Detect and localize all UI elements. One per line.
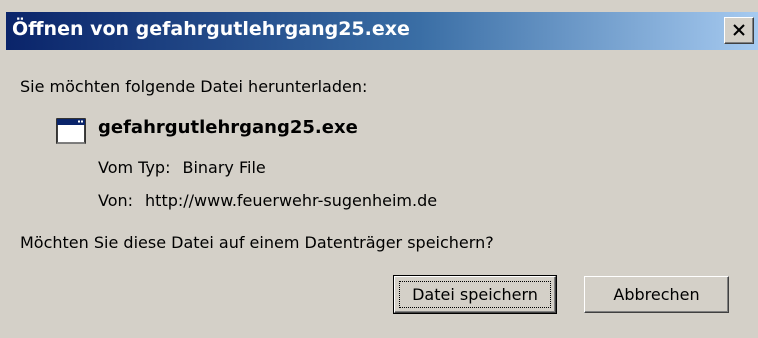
file-source-value: http://www.feuerwehr-sugenheim.de — [145, 191, 438, 210]
file-type-value: Binary File — [182, 158, 266, 177]
download-dialog: Öffnen von gefahrgutlehrgang25.exe Sie m… — [0, 0, 758, 338]
close-button[interactable] — [724, 17, 754, 44]
file-type-row: Vom Typ: Binary File — [98, 158, 266, 177]
save-file-button[interactable]: Datei speichern — [393, 275, 557, 314]
file-source-label: Von: — [98, 191, 134, 210]
title-bar: Öffnen von gefahrgutlehrgang25.exe — [6, 12, 758, 50]
save-question: Möchten Sie diese Datei auf einem Datent… — [20, 233, 494, 252]
close-icon — [733, 24, 745, 36]
file-name: gefahrgutlehrgang25.exe — [98, 117, 358, 138]
download-prompt: Sie möchten folgende Datei herunterladen… — [20, 77, 368, 96]
cancel-button[interactable]: Abbrechen — [584, 276, 729, 313]
application-window-icon — [56, 118, 86, 144]
file-source-row: Von: http://www.feuerwehr-sugenheim.de — [98, 191, 437, 210]
cancel-button-label: Abbrechen — [613, 285, 700, 304]
file-type-label: Vom Typ: — [98, 158, 171, 177]
window-title: Öffnen von gefahrgutlehrgang25.exe — [12, 18, 410, 40]
save-file-button-label: Datei speichern — [412, 285, 538, 304]
